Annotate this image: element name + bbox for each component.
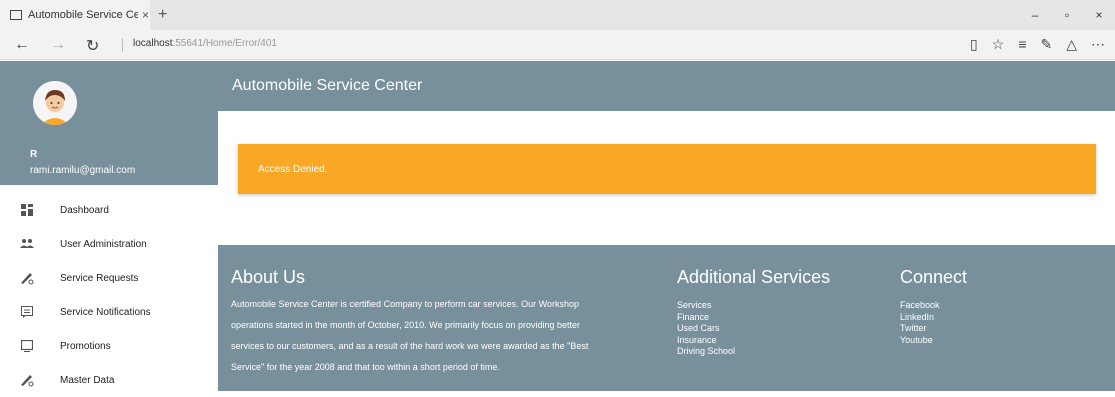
browser-tab-bar: Automobile Service Cen × + – ▫ × <box>0 0 1115 30</box>
sidebar-item-master-data[interactable]: Master Data <box>0 363 218 397</box>
sidebar-item-user-administration[interactable]: User Administration <box>0 227 218 261</box>
minimize-button[interactable]: – <box>1019 0 1051 30</box>
sidebar-item-label: Master Data <box>60 374 115 386</box>
sidebar-profile: R rami.ramilu@gmail.com <box>0 61 218 185</box>
footer: About Us Automobile Service Center is ce… <box>218 245 1115 391</box>
service-requests-icon <box>20 271 34 285</box>
about-heading: About Us <box>231 267 306 287</box>
connect-link-youtube[interactable]: Youtube <box>900 335 940 347</box>
about-line: operations started in the month of Octob… <box>231 320 581 330</box>
url-field[interactable]: localhost:55641/Home/Error/401 <box>122 38 277 52</box>
window-controls: – ▫ × <box>1019 0 1115 30</box>
sidebar-item-label: Service Notifications <box>60 306 151 318</box>
connect-link-linkedin[interactable]: LinkedIn <box>900 312 940 324</box>
web-note-icon[interactable]: ✎ <box>1040 36 1052 53</box>
tab-title: Automobile Service Cen <box>28 9 138 21</box>
notifications-icon <box>20 305 34 319</box>
sidebar-item-label: Promotions <box>60 340 111 352</box>
sidebar-item-label: Service Requests <box>60 272 139 284</box>
user-email: rami.ramilu@gmail.com <box>30 165 136 176</box>
page-title: Automobile Service Center <box>232 77 423 94</box>
services-link[interactable]: Services <box>677 300 735 312</box>
connect-heading: Connect <box>900 267 968 287</box>
sidebar-item-label: User Administration <box>60 238 147 250</box>
maximize-button[interactable]: ▫ <box>1051 0 1083 30</box>
app-header: Automobile Service Center <box>218 61 1115 111</box>
about-line: Service" for the year 2008 and that too … <box>231 362 500 372</box>
avatar <box>33 81 77 125</box>
forward-button[interactable]: → <box>50 36 66 54</box>
tab-close-icon[interactable]: × <box>142 8 149 22</box>
close-window-button[interactable]: × <box>1083 0 1115 30</box>
about-line: Automobile Service Center is certified C… <box>231 299 579 309</box>
about-text: Automobile Service Center is certified C… <box>231 294 588 378</box>
promotions-icon <box>20 339 34 353</box>
page-icon <box>10 10 22 20</box>
services-link[interactable]: Used Cars <box>677 323 735 335</box>
services-link[interactable]: Driving School <box>677 346 735 358</box>
connect-link-facebook[interactable]: Facebook <box>900 300 940 312</box>
users-icon <box>20 237 34 251</box>
sidebar-item-label: Dashboard <box>60 204 109 216</box>
share-icon[interactable]: △ <box>1066 36 1077 53</box>
main-content: Access Denied. <box>218 111 1115 245</box>
about-line: services to our customers, and as a resu… <box>231 341 589 351</box>
master-data-icon <box>20 373 34 387</box>
services-link[interactable]: Finance <box>677 312 735 324</box>
sidebar-item-dashboard[interactable]: Dashboard <box>0 193 218 227</box>
sidebar-item-service-notifications[interactable]: Service Notifications <box>0 295 218 329</box>
favorite-star-icon[interactable]: ☆ <box>992 36 1005 53</box>
connect-link-twitter[interactable]: Twitter <box>900 323 940 335</box>
reading-view-icon[interactable]: ▯ <box>970 36 978 53</box>
user-initial: R <box>30 149 38 160</box>
hub-icon[interactable]: ≡ <box>1018 36 1026 53</box>
services-heading: Additional Services <box>677 267 831 287</box>
back-button[interactable]: ← <box>14 36 30 54</box>
connect-list: Facebook LinkedIn Twitter Youtube <box>900 300 940 346</box>
url-host: localhost <box>133 38 173 49</box>
browser-tools: ▯ ☆ ≡ ✎ △ ⋯ <box>970 36 1105 53</box>
browser-tab[interactable]: Automobile Service Cen × <box>0 0 150 30</box>
services-list: Services Finance Used Cars Insurance Dri… <box>677 300 735 358</box>
new-tab-button[interactable]: + <box>158 6 167 24</box>
access-denied-alert: Access Denied. <box>238 144 1096 194</box>
refresh-button[interactable]: ↻ <box>86 36 99 56</box>
sidebar-item-promotions[interactable]: Promotions <box>0 329 218 363</box>
sidebar-menu: Dashboard User Administration Service Re… <box>0 185 218 391</box>
sidebar-item-service-requests[interactable]: Service Requests <box>0 261 218 295</box>
alert-message: Access Denied. <box>258 164 328 175</box>
more-icon[interactable]: ⋯ <box>1091 36 1105 53</box>
address-bar: ← → ↻ localhost:55641/Home/Error/401 ▯ ☆… <box>0 30 1115 60</box>
services-link[interactable]: Insurance <box>677 335 735 347</box>
dashboard-icon <box>20 203 34 217</box>
url-path: :55641/Home/Error/401 <box>172 38 277 49</box>
